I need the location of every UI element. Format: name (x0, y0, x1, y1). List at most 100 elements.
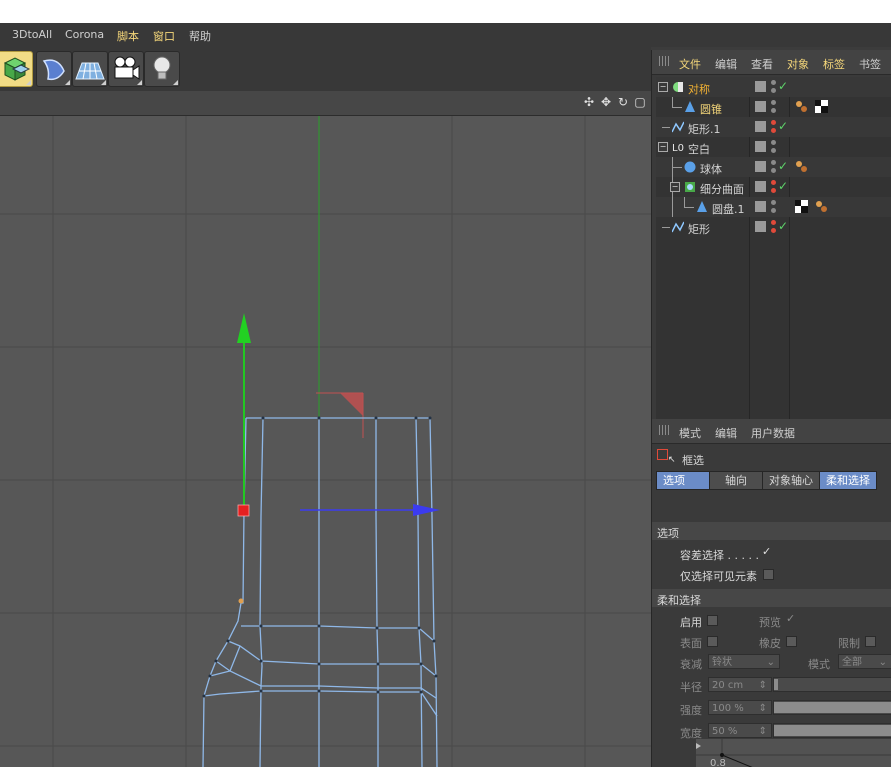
visibility-dots-icon[interactable] (771, 120, 776, 134)
radius-slider[interactable] (773, 677, 891, 692)
layer-icon[interactable] (755, 121, 766, 132)
layer-icon[interactable] (755, 181, 766, 192)
width-slider[interactable] (773, 723, 891, 738)
material-tag-icon[interactable] (795, 160, 808, 173)
rubber-checkbox[interactable] (786, 636, 797, 647)
om-tab-bookmarks[interactable]: 书签 (859, 56, 881, 72)
move-gizmo[interactable] (237, 313, 440, 517)
layer-icon[interactable] (755, 81, 766, 92)
panel-grip-icon[interactable] (659, 56, 671, 66)
falloff-curve-graph[interactable]: 0.8 (696, 739, 891, 767)
visible-only-checkbox[interactable] (763, 569, 774, 580)
visibility-dots-icon[interactable] (771, 100, 776, 114)
restrict-label: 限制 (838, 637, 860, 650)
enabled-check-icon[interactable]: ✓ (778, 119, 788, 133)
layer-icon[interactable] (755, 161, 766, 172)
object-row-cone[interactable]: 圆锥 (656, 97, 891, 117)
enabled-check-icon[interactable]: ✓ (778, 179, 788, 193)
strength-field[interactable]: 100 % ⇕ (708, 700, 772, 715)
object-row-rectangle[interactable]: 矩形 ✓ (656, 217, 891, 237)
strength-slider-fill (774, 702, 891, 713)
collapse-icon[interactable]: − (670, 182, 680, 192)
collapse-icon[interactable]: − (658, 142, 668, 152)
light-button[interactable] (144, 51, 180, 87)
visibility-dots-icon[interactable] (771, 220, 776, 234)
object-row-symmetry[interactable]: − 对称 ✓ (656, 77, 891, 97)
strength-slider[interactable] (773, 700, 891, 715)
tab-axis[interactable]: 轴向 (709, 471, 763, 490)
camera-button[interactable] (108, 51, 144, 87)
tab-object-axis[interactable]: 对象轴心 (762, 471, 820, 490)
visibility-dots-icon[interactable] (771, 80, 776, 94)
radius-field[interactable]: 20 cm ⇕ (708, 677, 772, 692)
enable-checkbox[interactable] (707, 615, 718, 626)
object-row-subdivision-surface[interactable]: − 细分曲面 ✓ (656, 177, 891, 197)
surface-checkbox[interactable] (707, 636, 718, 647)
checker-tag-icon[interactable] (815, 100, 828, 113)
menu-3dtoall[interactable]: 3DtoAll (12, 28, 52, 41)
stepper-icon[interactable]: ⇕ (759, 701, 767, 716)
visibility-dots-icon[interactable] (771, 160, 776, 174)
stepper-icon[interactable]: ⇕ (759, 724, 767, 739)
layer-icon[interactable] (755, 141, 766, 152)
visibility-dots-icon[interactable] (771, 200, 776, 214)
om-tab-edit[interactable]: 编辑 (715, 56, 737, 72)
object-manager-tabs: 文件 编辑 查看 对象 标签 书签 (652, 50, 891, 75)
tab-options[interactable]: 选项 (656, 471, 710, 490)
width-field[interactable]: 50 % ⇕ (708, 723, 772, 738)
panel-grip-icon[interactable] (659, 425, 671, 435)
soft-selection-section-header[interactable]: 柔和选择 (652, 589, 891, 607)
material-tag-icon[interactable] (815, 200, 828, 213)
om-tab-tags[interactable]: 标签 (823, 56, 845, 72)
om-tab-objects[interactable]: 对象 (787, 56, 809, 72)
zoom-view-icon[interactable]: ✥ (599, 95, 613, 109)
object-name: 圆锥 (700, 103, 722, 116)
menu-window[interactable]: 窗口 (153, 28, 175, 44)
tab-soft-selection[interactable]: 柔和选择 (819, 471, 877, 490)
object-row-disc-1[interactable]: 圆盘.1 (656, 197, 891, 217)
deformer-button[interactable] (36, 51, 72, 87)
falloff-dropdown[interactable]: 铃状 ⌄ (708, 654, 780, 669)
mode-dropdown[interactable]: 全部 ⌄ (838, 654, 891, 669)
floor-grid-button[interactable] (72, 51, 108, 87)
tolerant-select-label: 容差选择 . . . . . (680, 549, 759, 562)
radius-value: 20 cm (712, 680, 744, 691)
layer-icon[interactable] (755, 201, 766, 212)
options-section-header[interactable]: 选项 (652, 522, 891, 540)
enabled-check-icon[interactable]: ✓ (778, 159, 788, 173)
menu-script[interactable]: 脚本 (117, 28, 139, 44)
visibility-dots-icon[interactable] (771, 180, 776, 194)
object-row-sphere[interactable]: 球体 ✓ (656, 157, 891, 177)
preview-checkbox[interactable]: ✓ (786, 612, 795, 625)
am-tab-edit[interactable]: 编辑 (715, 425, 737, 441)
tolerant-select-checkbox[interactable]: ✓ (762, 545, 771, 558)
enabled-check-icon[interactable]: ✓ (778, 219, 788, 233)
object-row-null[interactable]: − L0 空白 (656, 137, 891, 157)
object-row-rectangle-1[interactable]: 矩形.1 ✓ (656, 117, 891, 137)
maximize-view-icon[interactable]: ▢ (633, 95, 647, 109)
material-tag-icon[interactable] (795, 100, 808, 113)
collapse-icon[interactable]: − (658, 82, 668, 92)
move-view-icon[interactable]: ✣ (582, 95, 596, 109)
viewport[interactable] (0, 116, 651, 767)
om-tab-view[interactable]: 查看 (751, 56, 773, 72)
subdivision-cube-button[interactable] (0, 51, 33, 87)
disc-icon (697, 201, 707, 212)
layer-icon[interactable] (755, 101, 766, 112)
layer-icon[interactable] (755, 221, 766, 232)
restrict-checkbox[interactable] (865, 636, 876, 647)
radius-slider-fill (774, 679, 778, 690)
stepper-icon[interactable]: ⇕ (759, 678, 767, 693)
enabled-check-icon[interactable]: ✓ (778, 79, 788, 93)
cursor-icon: ↖ (668, 455, 676, 465)
checker-tag-icon[interactable] (795, 200, 808, 213)
menu-help[interactable]: 帮助 (189, 28, 211, 44)
am-tab-userdata[interactable]: 用户数据 (751, 425, 795, 441)
rotate-view-icon[interactable]: ↻ (616, 95, 630, 109)
visibility-dots-icon[interactable] (771, 140, 776, 154)
svg-text:L0: L0 (672, 143, 684, 153)
om-tab-file[interactable]: 文件 (679, 56, 701, 72)
menu-corona[interactable]: Corona (65, 28, 104, 41)
am-tab-mode[interactable]: 模式 (679, 425, 701, 441)
viewport-canvas[interactable] (0, 116, 651, 767)
